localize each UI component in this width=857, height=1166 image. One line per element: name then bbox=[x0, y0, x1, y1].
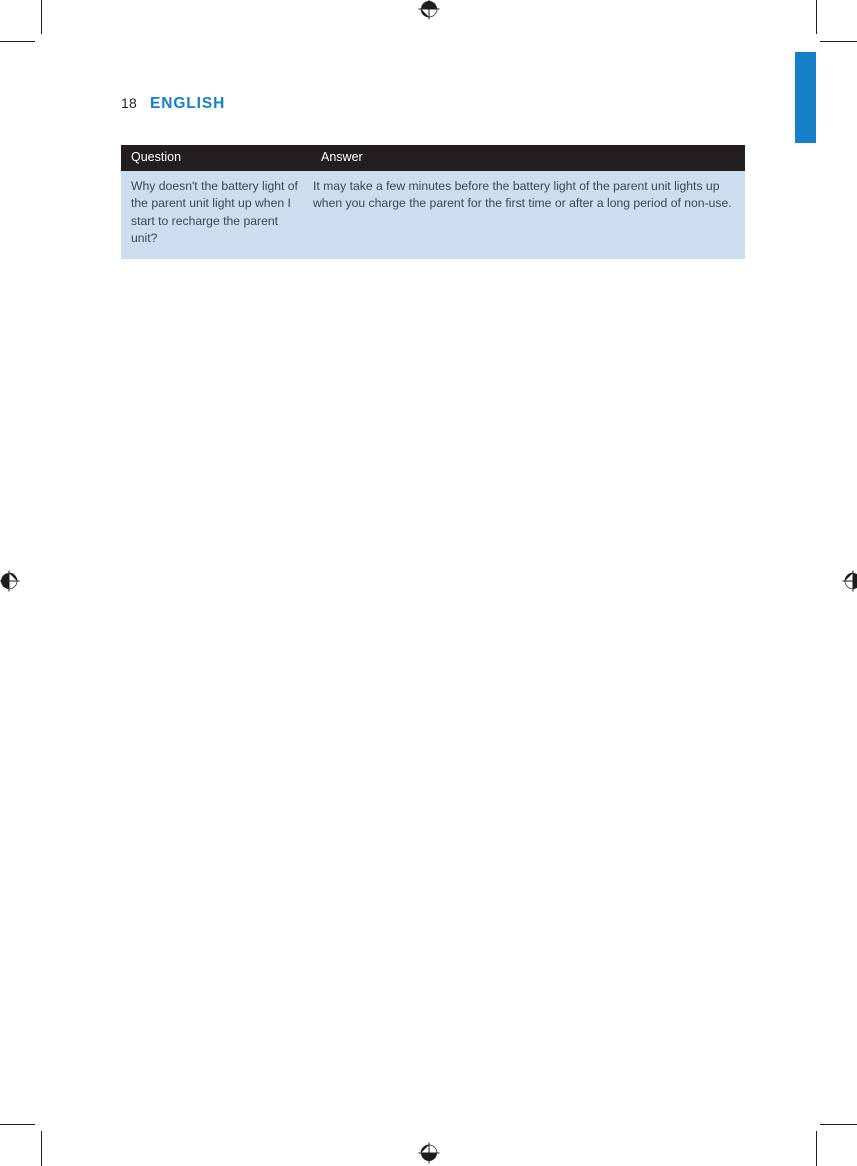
crop-mark-top-right-vertical bbox=[816, 0, 817, 34]
crop-mark-bottom-left-horizontal bbox=[0, 1124, 35, 1125]
crop-mark-top-left-horizontal bbox=[0, 41, 35, 42]
faq-table-body: Why doesn't the battery light of the par… bbox=[121, 171, 745, 260]
column-header-question: Question bbox=[121, 145, 311, 171]
table-row: Why doesn't the battery light of the par… bbox=[121, 171, 745, 260]
table-header-row: Question Answer bbox=[121, 145, 745, 171]
faq-table: Question Answer Why doesn't the battery … bbox=[121, 145, 745, 260]
cell-answer: It may take a few minutes before the bat… bbox=[311, 171, 745, 260]
crop-mark-bottom-right-horizontal bbox=[820, 1124, 857, 1125]
page-canvas: 18 ENGLISH Question Answer Why doesn't t… bbox=[0, 0, 857, 1166]
registration-target-top-icon bbox=[418, 0, 440, 20]
crop-mark-bottom-left-vertical bbox=[41, 1131, 42, 1166]
crop-mark-top-right-horizontal bbox=[820, 41, 857, 42]
registration-target-left-icon bbox=[0, 569, 21, 593]
section-title: ENGLISH bbox=[149, 95, 226, 112]
crop-mark-bottom-right-vertical bbox=[816, 1131, 817, 1166]
page-number: 18 bbox=[121, 95, 137, 111]
running-head: 18 ENGLISH bbox=[121, 95, 225, 113]
faq-table-head: Question Answer bbox=[121, 145, 745, 171]
registration-target-right-icon bbox=[841, 569, 857, 593]
thumb-tab-indicator bbox=[795, 52, 816, 143]
crop-mark-top-left-vertical bbox=[41, 0, 42, 34]
column-header-answer: Answer bbox=[311, 145, 745, 171]
cell-question: Why doesn't the battery light of the par… bbox=[121, 171, 311, 260]
registration-target-bottom-icon bbox=[418, 1142, 440, 1164]
